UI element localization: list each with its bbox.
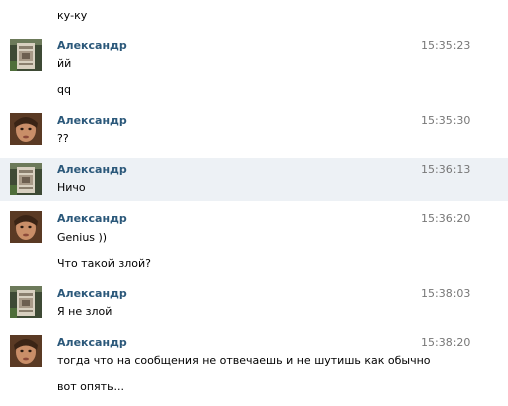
message-item: Александр 15:36:13 Ничо	[0, 158, 508, 201]
doc-avatar-icon[interactable]	[10, 39, 42, 71]
author-name[interactable]: Александр	[57, 163, 127, 177]
doc-avatar-icon[interactable]	[10, 286, 42, 318]
message-item: Александр 15:38:20 тогда что на сообщени…	[0, 330, 508, 406]
face-avatar-icon[interactable]	[10, 113, 42, 145]
message-history: ку-ку Александр 15:35:23 йй qq Александр…	[0, 0, 508, 406]
message-text: Genius ))	[57, 231, 108, 244]
message-text: тогда что на сообщения не отвечаешь и не…	[57, 354, 431, 367]
message-item: Александр 15:38:03 Я не злой	[0, 281, 508, 330]
message-text: ку-ку	[57, 9, 88, 22]
author-name[interactable]: Александр	[57, 39, 127, 53]
message-text: вот опять...	[57, 380, 125, 393]
message-item: Александр 15:35:23 йй qq	[0, 30, 508, 108]
message-text: Ничо	[57, 181, 86, 194]
message-time[interactable]: 15:38:03	[421, 287, 470, 301]
face-avatar-icon[interactable]	[10, 335, 42, 367]
message-text: qq	[57, 83, 71, 96]
author-name[interactable]: Александр	[57, 212, 127, 226]
message-time[interactable]: 15:35:30	[421, 114, 470, 128]
doc-avatar-icon[interactable]	[10, 163, 42, 195]
message-text: йй	[57, 57, 72, 70]
author-name[interactable]: Александр	[57, 336, 127, 350]
face-avatar-icon[interactable]	[10, 211, 42, 243]
author-name[interactable]: Александр	[57, 114, 127, 128]
message-text: ??	[57, 132, 69, 145]
message-time[interactable]: 15:35:23	[421, 39, 470, 53]
author-name[interactable]: Александр	[57, 287, 127, 301]
message-time[interactable]: 15:36:20	[421, 212, 470, 226]
message-item: Александр 15:36:20 Genius )) Что такой з…	[0, 201, 508, 281]
message-text: Что такой злой?	[57, 257, 151, 270]
message-time[interactable]: 15:36:13	[421, 163, 470, 177]
message-item: Александр 15:35:30 ??	[0, 108, 508, 158]
message-time[interactable]: 15:38:20	[421, 336, 470, 350]
message-text: Я не злой	[57, 305, 113, 318]
